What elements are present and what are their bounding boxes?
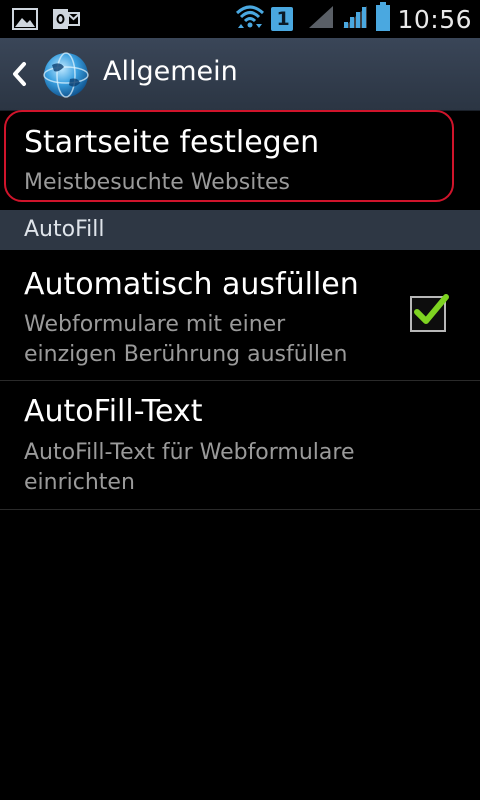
setting-autofill-text-title: AutoFill-Text bbox=[24, 394, 203, 429]
action-bar: Allgemein bbox=[0, 38, 480, 111]
setting-auto-fill-summary-line1: Webformulare mit einer bbox=[24, 312, 286, 337]
wifi-icon bbox=[235, 4, 265, 34]
page-title: Allgemein bbox=[103, 56, 238, 87]
status-left-icons bbox=[12, 6, 80, 36]
section-header-label: AutoFill bbox=[24, 217, 105, 242]
status-bar: 1 10:56 bbox=[0, 0, 480, 38]
globe-icon[interactable] bbox=[42, 51, 90, 99]
checkmark-icon bbox=[414, 294, 449, 324]
gallery-icon bbox=[12, 7, 38, 35]
clock: 10:56 bbox=[397, 4, 472, 34]
signal-icon bbox=[341, 4, 369, 34]
setting-auto-fill[interactable]: Automatisch ausfüllen Webformulare mit e… bbox=[0, 250, 480, 380]
divider bbox=[0, 509, 480, 510]
setting-auto-fill-summary-line2: einzigen Berührung ausfüllen bbox=[24, 342, 348, 367]
highlight-outline bbox=[4, 110, 454, 202]
setting-auto-fill-title: Automatisch ausfüllen bbox=[24, 267, 359, 302]
chevron-left-icon[interactable] bbox=[8, 58, 32, 90]
outlook-icon bbox=[52, 6, 80, 36]
no-signal-icon bbox=[307, 4, 335, 34]
section-header-autofill: AutoFill bbox=[0, 210, 480, 250]
auto-fill-checkbox[interactable] bbox=[410, 294, 449, 332]
setting-autofill-text-summary-line1: AutoFill-Text für Webformulare bbox=[24, 440, 355, 465]
sim-badge: 1 bbox=[271, 7, 294, 31]
setting-autofill-text[interactable]: AutoFill-Text AutoFill-Text für Webformu… bbox=[0, 381, 480, 509]
battery-icon bbox=[375, 2, 391, 36]
setting-autofill-text-summary-line2: einrichten bbox=[24, 470, 135, 495]
sim-badge-number: 1 bbox=[276, 8, 290, 30]
status-right-icons: 1 10:56 bbox=[235, 2, 472, 36]
